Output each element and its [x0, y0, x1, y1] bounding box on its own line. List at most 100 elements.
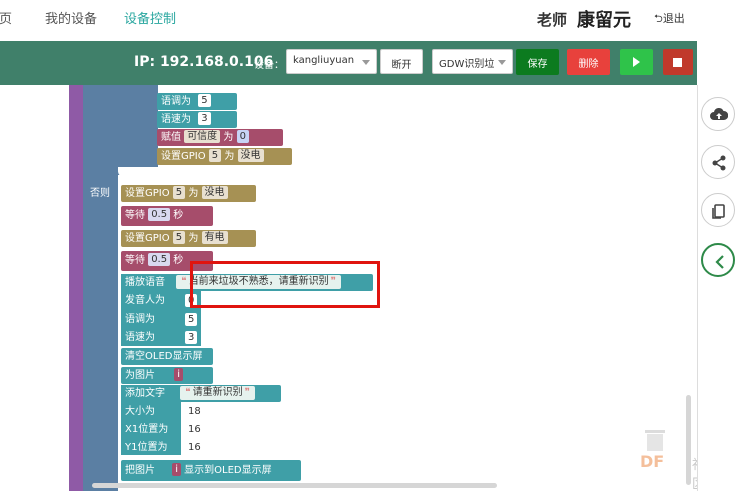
chevron-down-icon — [362, 60, 370, 65]
play-icon — [633, 57, 640, 67]
inner-if-bar — [118, 85, 158, 175]
play-voice-label: 播放语音 — [125, 277, 165, 288]
gpio-pin-dropdown[interactable]: 5 — [208, 149, 222, 162]
draw-image-variable[interactable]: i — [172, 463, 181, 476]
wait-value[interactable]: 0.5 — [148, 208, 171, 221]
gpio2-state-dropdown[interactable]: 有电 — [201, 231, 228, 244]
tone-block[interactable]: 语调为 5 — [157, 93, 237, 110]
set-gpio-on-block[interactable]: 设置GPIO 5 为 有电 — [121, 230, 256, 247]
share-icon — [712, 155, 726, 171]
nav-home[interactable]: 首页 — [0, 8, 12, 27]
user-name: 康留元 — [577, 10, 631, 31]
speed-block[interactable]: 语速为 3 — [157, 111, 237, 128]
else-set-gpio-label: 设置GPIO — [125, 188, 170, 199]
device-select-value: kangliuyuan — [293, 55, 355, 66]
wait-label: 等待 — [125, 210, 145, 221]
quote-open-icon: ❝ — [181, 276, 187, 287]
else-label: 否则 — [90, 188, 110, 199]
vertical-scrollbar[interactable] — [686, 395, 691, 485]
add-text-label: 添加文字 — [125, 388, 165, 399]
assign-variable[interactable]: 可信度 — [184, 130, 221, 143]
tone-label: 语调为 — [161, 96, 191, 107]
trash-icon[interactable] — [641, 428, 669, 452]
save-button[interactable]: 保存 — [516, 49, 559, 75]
device-label: 设备： — [254, 60, 284, 71]
chevron-left-icon — [715, 255, 724, 269]
share-button[interactable] — [701, 145, 735, 179]
copy-button[interactable] — [701, 193, 735, 227]
horizontal-scrollbar[interactable] — [92, 483, 497, 488]
run-button[interactable] — [620, 49, 653, 75]
wait-block[interactable]: 等待 0.5 秒 — [121, 206, 213, 226]
stop-button[interactable] — [663, 49, 693, 75]
watermark-logo: DF — [640, 452, 665, 471]
quote-open-icon: ❝ — [185, 387, 191, 398]
speaker-label: 发音人为 — [125, 295, 165, 306]
device-select[interactable]: kangliuyuan — [286, 49, 377, 74]
tone-value[interactable]: 5 — [198, 94, 211, 107]
assign-label: 赋值 — [161, 132, 181, 143]
copy-icon — [712, 204, 725, 219]
assign-value[interactable]: 0 — [236, 130, 249, 143]
add-text-block[interactable]: 添加文字 ❝ 请重新识别 ❞ — [121, 385, 281, 402]
gpio-to-label: 为 — [224, 151, 235, 162]
speed2-label: 语速为 — [125, 332, 155, 343]
as-image-block[interactable]: 为图片 i — [121, 367, 213, 384]
assign-block[interactable]: 赋值 可信度 为 0 — [157, 129, 283, 146]
y1-value[interactable]: 16 — [185, 441, 204, 454]
x1-value[interactable]: 16 — [185, 423, 204, 436]
draw-image-label: 把图片 — [125, 465, 155, 476]
as-image-label: 为图片 — [125, 370, 155, 381]
cloud-upload-icon — [710, 107, 728, 120]
chevron-down-icon — [498, 60, 506, 65]
wait2-value[interactable]: 0.5 — [148, 253, 171, 266]
wait2-label: 等待 — [125, 255, 145, 266]
top-nav: 首页 我的设备 设备控制 老师 康留元 ⮌退出 — [0, 0, 750, 40]
size-value[interactable]: 18 — [185, 405, 204, 418]
gpio2-pin-dropdown[interactable]: 5 — [172, 231, 186, 244]
if-block-left-bar — [69, 85, 83, 491]
x1-label: X1位置为 — [125, 424, 169, 435]
inner-if-notch — [118, 167, 158, 177]
else-block-bar — [83, 175, 118, 491]
logout-link[interactable]: ⮌退出 — [654, 10, 685, 29]
program-select[interactable]: GDW识别垃 — [432, 49, 513, 74]
set-gpio-block[interactable]: 设置GPIO 5 为 没电 — [157, 148, 292, 165]
stop-icon — [673, 58, 682, 67]
else-gpio-pin-dropdown[interactable]: 5 — [172, 186, 186, 199]
tone2-value[interactable]: 5 — [185, 313, 198, 326]
nav-device-control[interactable]: 设备控制 — [124, 8, 176, 27]
toolbar: IP: 192.168.0.106 设备： kangliuyuan 断开 GDW… — [0, 41, 697, 85]
else-set-gpio-block[interactable]: 设置GPIO 5 为 没电 — [121, 185, 256, 202]
draw-image-block[interactable]: 把图片 i 显示到OLED显示屏 — [121, 460, 301, 481]
assign-to-label: 为 — [223, 132, 234, 143]
tone2-label: 语调为 — [125, 314, 155, 325]
right-tool-panel — [697, 85, 750, 491]
disconnect-button[interactable]: 断开 — [380, 49, 423, 74]
add-text-field[interactable]: ❝ 请重新识别 ❞ — [180, 386, 255, 400]
logout-label: 退出 — [662, 12, 685, 25]
wait-unit: 秒 — [173, 210, 184, 221]
image-variable[interactable]: i — [174, 368, 183, 381]
nav-my-devices[interactable]: 我的设备 — [45, 8, 97, 27]
draw-to-label: 显示到OLED显示屏 — [184, 465, 272, 476]
else-gpio-state-dropdown[interactable]: 没电 — [201, 186, 228, 199]
program-select-value: GDW识别垃 — [439, 59, 495, 70]
speed-value[interactable]: 3 — [198, 112, 211, 125]
ip-address: IP: 192.168.0.106 — [134, 54, 274, 70]
speed-label: 语速为 — [161, 114, 191, 125]
cloud-upload-button[interactable] — [701, 97, 735, 131]
speed2-value[interactable]: 3 — [185, 331, 198, 344]
size-label: 大小为 — [125, 406, 155, 417]
wait2-unit: 秒 — [173, 255, 184, 266]
gpio-state-dropdown[interactable]: 没电 — [237, 149, 264, 162]
clear-oled-block[interactable]: 清空OLED显示屏 — [121, 348, 213, 365]
collapse-panel-button[interactable] — [701, 243, 735, 277]
delete-button[interactable]: 删除 — [567, 49, 610, 75]
gpio2-to-label: 为 — [188, 233, 199, 244]
logout-icon: ⮌ — [654, 12, 663, 25]
set-gpio-label: 设置GPIO — [161, 151, 206, 162]
highlight-box — [190, 261, 380, 308]
y1-label: Y1位置为 — [125, 442, 168, 453]
blockly-workspace[interactable]: 语调为 5 语速为 3 赋值 可信度 为 0 设置GPIO 5 为 没电 否则 … — [0, 85, 697, 491]
